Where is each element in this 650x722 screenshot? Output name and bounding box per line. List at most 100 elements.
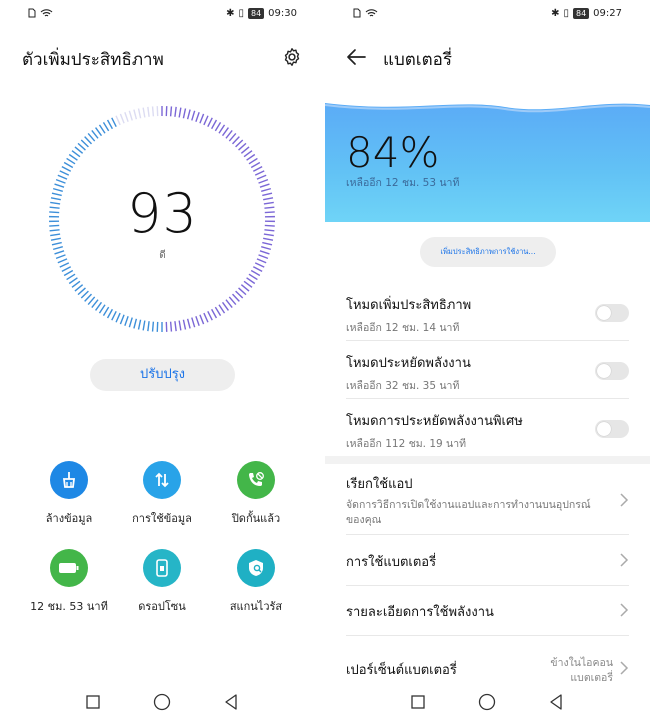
- recents-button[interactable]: [81, 690, 105, 714]
- gauge-tick: [61, 266, 72, 272]
- gauge-tick: [111, 310, 117, 321]
- gauge-tick: [203, 312, 209, 323]
- gauge-tick: [102, 121, 110, 132]
- app-launch-item[interactable]: เรียกใช้แอป จัดการวิธีการเปิดใช้งานแอปแล…: [346, 473, 629, 528]
- gauge-tick: [214, 121, 222, 132]
- chevron-right-icon: [619, 553, 629, 567]
- tool-label: การใช้ข้อมูล: [132, 512, 192, 525]
- tool-virus-scan[interactable]: สแกนไวรัส: [202, 549, 310, 615]
- gauge-tick: [207, 117, 213, 128]
- back-button[interactable]: [219, 690, 243, 714]
- back-arrow-icon[interactable]: [345, 46, 367, 68]
- divider: [346, 340, 629, 341]
- gauge-tick: [68, 277, 78, 285]
- gauge-tick: [137, 319, 142, 330]
- tool-dropzone[interactable]: ดรอปโซน: [108, 549, 216, 615]
- gear-icon[interactable]: [281, 46, 303, 68]
- gauge-tick: [235, 290, 244, 299]
- ultra-saving-toggle[interactable]: [595, 420, 629, 438]
- gauge-tick: [106, 119, 113, 130]
- chevron-right-icon: [619, 661, 629, 675]
- data-transfer-icon: [143, 461, 181, 499]
- performance-mode-toggle[interactable]: [595, 304, 629, 322]
- gauge-tick: [119, 113, 125, 124]
- gauge-tick: [225, 130, 233, 139]
- gauge-tick: [106, 308, 113, 319]
- gauge-tick: [199, 314, 205, 325]
- gauge-tick: [87, 133, 96, 142]
- battery-percent-item[interactable]: เปอร์เซ็นต์แบตเตอรี่ ข้างในไอคอนแบตเตอรี…: [346, 657, 629, 684]
- divider: [346, 635, 629, 636]
- page-title: ตัวเพิ่มประสิทธิภาพ: [22, 50, 164, 70]
- gauge-tick: [203, 115, 209, 126]
- gauge-tick: [71, 150, 81, 158]
- power-details-item[interactable]: รายละเอียดการใช้พลังงาน: [346, 601, 629, 622]
- optimize-usage-button[interactable]: เพิ่มประสิทธิภาพการใช้งาน...: [420, 237, 556, 267]
- gauge-tick: [191, 110, 196, 121]
- status-bar: ✱ ▯ 84 09:27: [325, 8, 650, 24]
- section-divider: [325, 456, 650, 464]
- gauge-tick: [137, 108, 142, 119]
- tool-battery[interactable]: 12 ชม. 53 นาที: [15, 549, 123, 615]
- home-button[interactable]: [475, 690, 499, 714]
- sim-icon: [353, 8, 361, 18]
- home-button[interactable]: [150, 690, 174, 714]
- gauge-tick: [128, 110, 133, 121]
- tool-label: ล้างข้อมูล: [45, 512, 93, 525]
- tool-data-usage[interactable]: การใช้ข้อมูล: [108, 461, 216, 527]
- back-button[interactable]: [544, 690, 568, 714]
- divider: [346, 585, 629, 586]
- optimization-score: 93: [127, 182, 198, 245]
- gauge-tick: [235, 139, 244, 148]
- battery-screen: ✱ ▯ 84 09:27 แบตเตอรี่ 84% เหลืออีก 12 ช…: [325, 0, 650, 722]
- gauge-tick: [95, 301, 103, 311]
- gauge-tick: [115, 115, 121, 126]
- gauge-tick: [252, 166, 263, 172]
- gauge-tick: [80, 290, 89, 299]
- battery-percent-value: ข้างในไอคอนแบตเตอรี่: [550, 657, 613, 684]
- gauge-tick: [238, 287, 247, 296]
- mode-power-saving[interactable]: โหมดประหยัดพลังงาน เหลืออีก 32 ชม. 35 นา…: [346, 352, 629, 408]
- improve-button[interactable]: ปรับปรุง: [90, 359, 235, 391]
- gauge-tick: [98, 124, 106, 134]
- gauge-tick: [66, 157, 76, 165]
- gauge-tick: [243, 280, 253, 288]
- gauge-tick: [59, 262, 70, 268]
- mode-title: โหมดการประหยัดพลังงานพิเศษ: [346, 414, 523, 429]
- gauge-tick: [142, 320, 146, 331]
- gauge-tick: [243, 150, 253, 158]
- gauge-tick: [195, 316, 200, 326]
- mode-performance[interactable]: โหมดเพิ่มประสิทธิภาพ เหลืออีก 12 ชม. 14 …: [346, 294, 629, 350]
- power-saving-toggle[interactable]: [595, 362, 629, 380]
- gauge-tick: [71, 280, 81, 288]
- gauge-tick: [228, 133, 237, 142]
- gauge-tick: [124, 316, 129, 326]
- gauge-tick: [147, 321, 150, 332]
- broom-icon: [50, 461, 88, 499]
- gauge-tick: [133, 318, 138, 329]
- gauge-tick: [186, 318, 191, 329]
- gauge-tick: [207, 310, 213, 321]
- gauge-tick: [91, 130, 99, 139]
- chevron-right-icon: [619, 493, 629, 507]
- recents-button[interactable]: [406, 690, 430, 714]
- gauge-tick: [178, 320, 182, 331]
- phone-block-icon: [237, 461, 275, 499]
- power-details-title: รายละเอียดการใช้พลังงาน: [346, 605, 494, 620]
- battery-level: 84: [247, 8, 265, 19]
- app-launch-title: เรียกใช้แอป: [346, 477, 413, 492]
- gauge-tick: [91, 299, 99, 308]
- gauge-tick: [195, 112, 200, 122]
- gauge-tick: [252, 266, 263, 272]
- battery-icon: [50, 549, 88, 587]
- gauge-tick: [240, 284, 250, 292]
- tool-cleanup[interactable]: ล้างข้อมูล: [15, 461, 123, 527]
- tool-blocked[interactable]: ปิดกั้นแล้ว: [202, 461, 310, 527]
- wifi-icon: [365, 9, 378, 17]
- battery-usage-item[interactable]: การใช้แบตเตอรี่: [346, 551, 629, 572]
- mode-subtitle: เหลืออีก 32 ชม. 35 นาที: [346, 380, 460, 392]
- gauge-tick: [246, 153, 256, 161]
- gauge-tick: [98, 304, 106, 314]
- gauge-tick: [80, 139, 89, 148]
- gauge-tick: [248, 273, 258, 281]
